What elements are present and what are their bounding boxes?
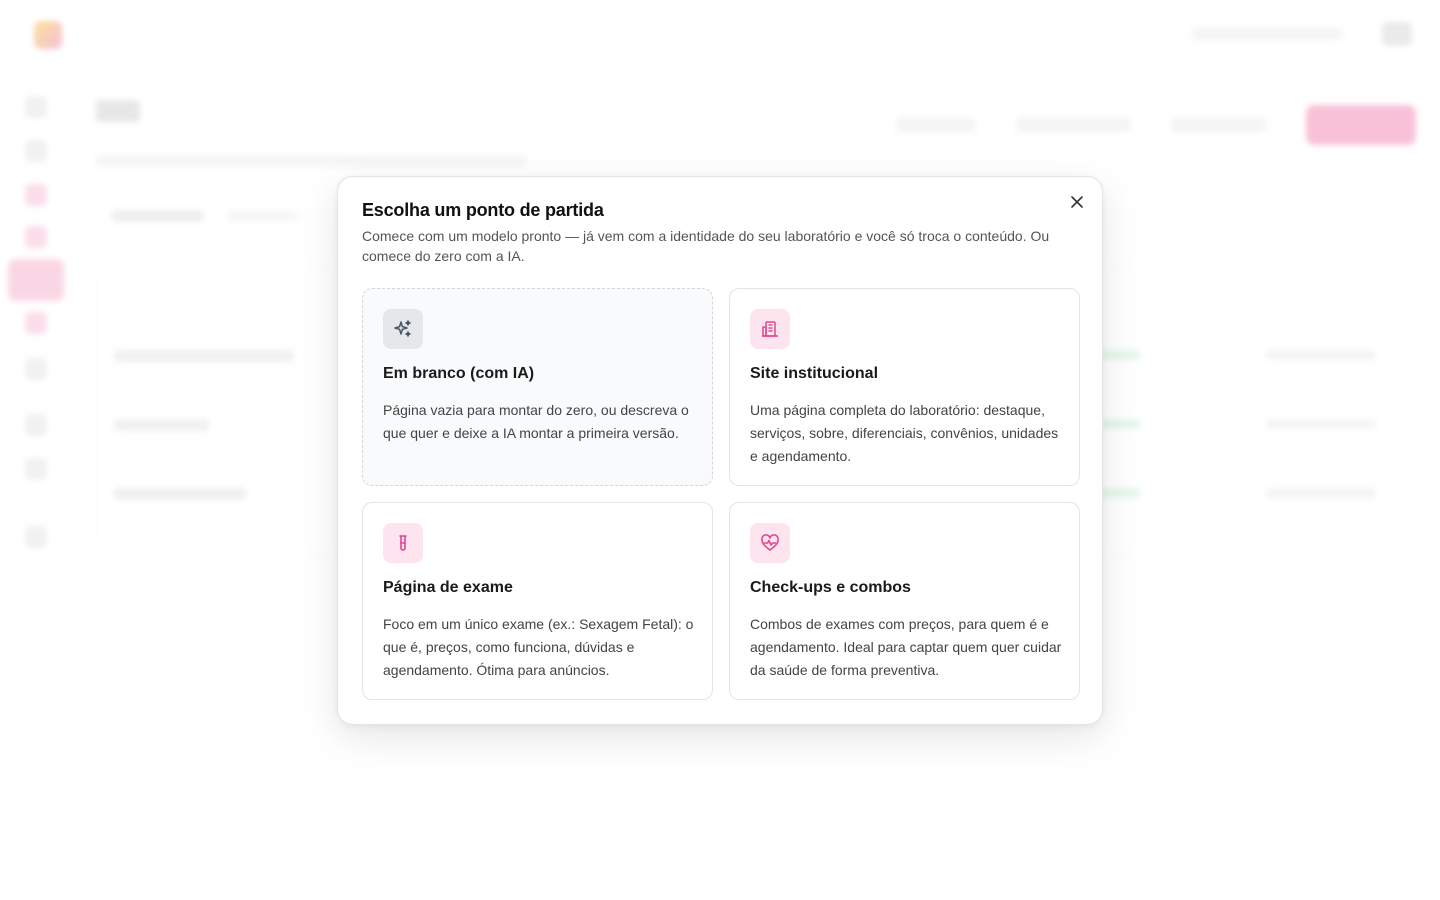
template-card-institutional-site[interactable]: Site institucional Uma página completa d… (729, 288, 1080, 486)
card-description: Foco em um único exame (ex.: Sexagem Fet… (383, 616, 694, 678)
status-badge (1100, 419, 1140, 429)
tab (228, 210, 298, 222)
table-row (114, 419, 209, 431)
template-card-exam-page[interactable]: Página de exame Foco em um único exame (… (362, 502, 713, 700)
top-bar: ​ (0, 0, 1440, 70)
status-badge (1100, 488, 1140, 498)
card-description: Combos de exames com preços, para quem é… (750, 616, 1062, 678)
page-subtitle (96, 155, 526, 167)
row-action (1266, 488, 1376, 498)
dialog-description: Comece com um modelo pronto — já vem com… (362, 228, 1050, 264)
sidebar-active-item (8, 259, 64, 301)
start-point-dialog: Escolha um ponto de partida Comece com u… (337, 176, 1103, 725)
tab (112, 210, 204, 222)
card-icon-container (750, 523, 790, 563)
row-action (1266, 350, 1376, 360)
close-button[interactable] (1066, 191, 1088, 213)
test-tube-icon (399, 535, 407, 551)
card-title: Página de exame (383, 579, 513, 596)
card-icon-container (750, 309, 790, 349)
sparkles-icon (394, 320, 411, 337)
top-link (1192, 28, 1342, 40)
logo-mark-icon (34, 20, 62, 49)
card-icon-container (383, 523, 423, 563)
sidebar-icon (25, 140, 47, 162)
toolbar-item (1016, 118, 1131, 132)
card-icon-container (383, 309, 423, 349)
heart-pulse-icon (761, 534, 779, 551)
sidebar-icon (25, 96, 47, 118)
dialog-title: Escolha um ponto de partida (362, 200, 604, 220)
avatar (1382, 22, 1412, 46)
sidebar-icon (25, 414, 47, 436)
toolbar-item (1171, 118, 1266, 132)
card-title: Check-ups e combos (750, 579, 911, 596)
sidebar-icon (25, 458, 47, 480)
main-content (96, 100, 1416, 555)
sidebar (0, 70, 72, 900)
row-action (1266, 419, 1376, 429)
close-icon (1071, 196, 1083, 208)
toolbar (896, 105, 1416, 145)
status-badge (1100, 350, 1140, 360)
sidebar-icon (25, 226, 47, 248)
sidebar-icon (25, 526, 47, 548)
template-card-checkups-combos[interactable]: Check-ups e combos Combos de exames com … (729, 502, 1080, 700)
card-title: Site institucional (750, 365, 879, 382)
sidebar-icon (25, 358, 47, 380)
card-description: Página vazia para montar do zero, ou des… (383, 402, 689, 441)
table-row (114, 488, 246, 500)
page-title (96, 100, 140, 122)
logo: ​ (34, 20, 72, 49)
toolbar-item (896, 118, 976, 132)
primary-button (1306, 105, 1416, 145)
top-right-area (1192, 22, 1412, 46)
tabs (112, 210, 298, 222)
sidebar-icon (25, 184, 47, 206)
sidebar-icon (25, 312, 47, 334)
table-row (114, 350, 294, 362)
card-description: Uma página completa do laboratório: dest… (750, 402, 1059, 464)
building-icon (762, 321, 778, 337)
template-card-blank-ai[interactable]: Em branco (com IA) Página vazia para mon… (362, 288, 713, 486)
card-title: Em branco (com IA) (383, 365, 535, 382)
